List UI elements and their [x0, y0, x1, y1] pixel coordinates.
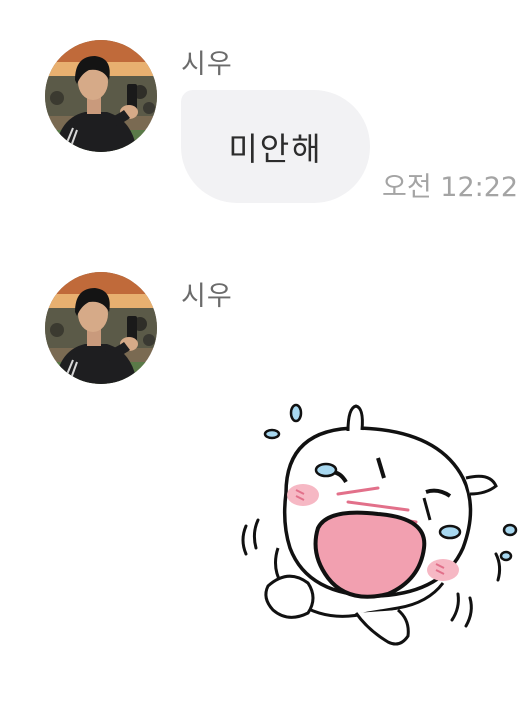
sender-avatar[interactable] [45, 272, 157, 384]
message-text: 미안해 [228, 129, 323, 168]
message-timestamp: 오전 12:22 [382, 172, 519, 203]
crying-sticker[interactable] [238, 398, 522, 658]
sender-avatar[interactable] [45, 40, 157, 152]
message-bubble[interactable]: 미안해 [181, 90, 370, 203]
sender-name: 시우 [181, 49, 233, 80]
sender-name: 시우 [181, 281, 233, 312]
